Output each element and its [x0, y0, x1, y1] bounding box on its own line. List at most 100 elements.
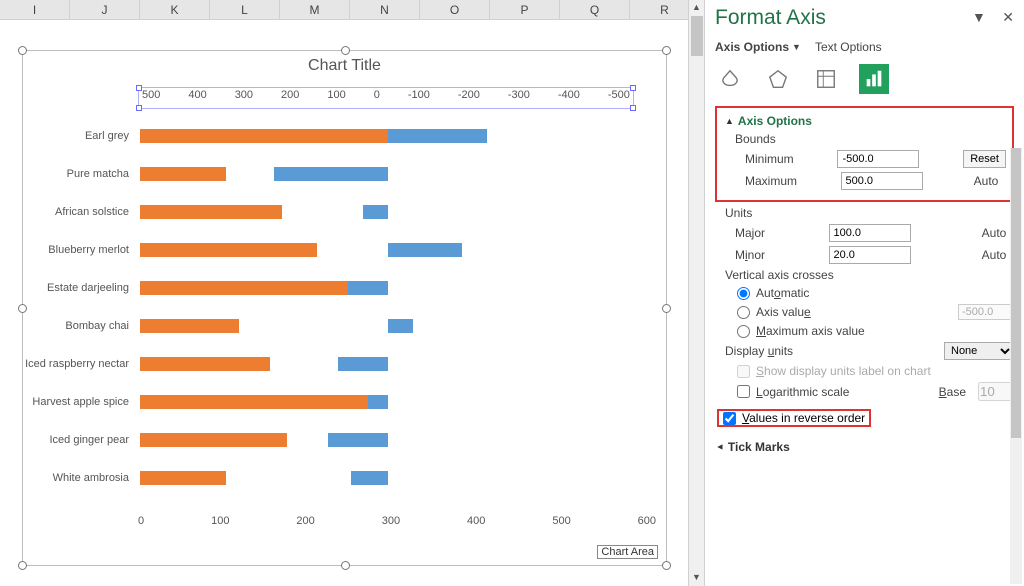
chart-object[interactable]: Chart Title 500 400 300 200 100 0 -100 -… [22, 50, 667, 566]
format-axis-pane: Format Axis ▼ ✕ Axis Options ▼ Text Opti… [704, 0, 1024, 586]
worksheet-area[interactable]: Chart Title 500 400 300 200 100 0 -100 -… [0, 20, 686, 586]
bar-series1[interactable] [140, 471, 226, 485]
reset-minimum-button[interactable]: Reset [963, 150, 1006, 168]
category-label: African solstice [25, 206, 135, 218]
bar-series1[interactable] [140, 281, 364, 295]
bar-series2[interactable] [338, 357, 388, 371]
col-header[interactable]: O [420, 0, 490, 19]
auto-major[interactable]: Auto [974, 226, 1014, 240]
axis-tick: 300 [235, 89, 253, 101]
axis-tick: 500 [552, 515, 570, 529]
minor-label: Minor [735, 248, 765, 262]
effects-icon[interactable] [763, 64, 793, 94]
bar-series1[interactable] [140, 129, 416, 143]
resize-handle[interactable] [662, 561, 671, 570]
major-input[interactable] [829, 224, 911, 242]
resize-handle[interactable] [662, 46, 671, 55]
values-reverse-label: Values in reverse order [742, 411, 865, 425]
col-header[interactable]: L [210, 0, 280, 19]
pane-title: Format Axis [715, 6, 826, 30]
col-header[interactable]: K [140, 0, 210, 19]
values-reverse-checkbox[interactable] [723, 412, 736, 425]
bar-series2[interactable] [328, 433, 388, 447]
axis-tick: -300 [508, 89, 530, 101]
resize-handle[interactable] [18, 46, 27, 55]
resize-handle[interactable] [18, 561, 27, 570]
bar-series1[interactable] [140, 167, 226, 181]
display-units-label: Display units [725, 344, 793, 358]
col-header[interactable]: J [70, 0, 140, 19]
auto-maximum[interactable]: Auto [966, 174, 1006, 188]
primary-axis[interactable]: 0 100 200 300 400 500 600 [138, 515, 656, 529]
radio-automatic[interactable] [737, 287, 750, 300]
category-label: Bombay chai [25, 320, 135, 332]
category-label: Earl grey [25, 130, 135, 142]
category-label: Harvest apple spice [25, 396, 135, 408]
show-display-units-label: Show display units label on chart [756, 364, 931, 378]
scroll-down-icon[interactable]: ▼ [689, 570, 704, 586]
pane-scrollbar[interactable] [1010, 148, 1022, 584]
bar-series2[interactable] [388, 129, 487, 143]
section-axis-options[interactable]: ▲Axis Options [725, 114, 1006, 128]
show-display-units-checkbox [737, 365, 750, 378]
log-scale-checkbox[interactable] [737, 385, 750, 398]
axis-tick: 600 [638, 515, 656, 529]
auto-minor[interactable]: Auto [974, 248, 1014, 262]
col-header[interactable]: N [350, 0, 420, 19]
col-header[interactable]: M [280, 0, 350, 19]
pane-menu-icon[interactable]: ▼ [972, 9, 986, 25]
tab-text-options[interactable]: Text Options [815, 40, 882, 54]
axis-value-input [958, 304, 1014, 320]
category-label: White ambrosia [25, 472, 135, 484]
bar-series2[interactable] [274, 167, 388, 181]
radio-max-axis-value[interactable] [737, 325, 750, 338]
section-tick-marks[interactable]: ▲Tick Marks [715, 440, 1014, 454]
maximum-input[interactable] [841, 172, 923, 190]
fill-line-icon[interactable] [715, 64, 745, 94]
scroll-up-icon[interactable]: ▲ [689, 0, 704, 16]
axis-options-icon[interactable] [859, 64, 889, 94]
axis-tick: -100 [408, 89, 430, 101]
scroll-thumb[interactable] [1011, 148, 1021, 438]
bounds-label: Bounds [735, 132, 1006, 146]
bar-series2[interactable] [388, 319, 413, 333]
minimum-input[interactable] [837, 150, 919, 168]
secondary-axis[interactable]: 500 400 300 200 100 0 -100 -200 -300 -40… [138, 87, 634, 109]
bar-series2[interactable] [363, 205, 388, 219]
scroll-thumb[interactable] [691, 16, 703, 56]
bar-series1[interactable] [140, 319, 239, 333]
bar-series1[interactable] [140, 395, 382, 409]
category-label: Estate darjeeling [25, 282, 135, 294]
sheet-scrollbar[interactable]: ▲ ▼ [688, 0, 704, 586]
axis-tick: 100 [211, 515, 229, 529]
base-label: Base [939, 385, 966, 399]
col-header[interactable]: Q [560, 0, 630, 19]
col-header[interactable]: I [0, 0, 70, 19]
size-properties-icon[interactable] [811, 64, 841, 94]
vert-cross-label: Vertical axis crosses [725, 268, 1014, 282]
bar-series1[interactable] [140, 357, 270, 371]
tab-axis-options[interactable]: Axis Options ▼ [715, 40, 801, 54]
axis-tick: 0 [138, 515, 144, 529]
plot-area[interactable]: Earl greyPure matchaAfrican solsticeBlue… [25, 121, 665, 515]
minor-input[interactable] [829, 246, 911, 264]
resize-handle[interactable] [341, 561, 350, 570]
units-label: Units [725, 206, 1014, 220]
bar-series1[interactable] [140, 433, 287, 447]
display-units-select[interactable]: None [944, 342, 1014, 360]
axis-tick: 200 [296, 515, 314, 529]
bar-series1[interactable] [140, 243, 317, 257]
bar-series1[interactable] [140, 205, 282, 219]
radio-max-axis-value-label: Maximum axis value [756, 324, 865, 338]
radio-axis-value[interactable] [737, 306, 750, 319]
resize-handle[interactable] [341, 46, 350, 55]
bar-series2[interactable] [348, 281, 388, 295]
category-label: Iced raspberry nectar [25, 358, 135, 370]
col-header[interactable]: P [490, 0, 560, 19]
radio-automatic-label: Automatic [756, 286, 809, 300]
bar-series2[interactable] [368, 395, 388, 409]
close-icon[interactable]: ✕ [1002, 9, 1014, 25]
axis-tick: 400 [467, 515, 485, 529]
bar-series2[interactable] [388, 243, 462, 257]
bar-series2[interactable] [351, 471, 388, 485]
